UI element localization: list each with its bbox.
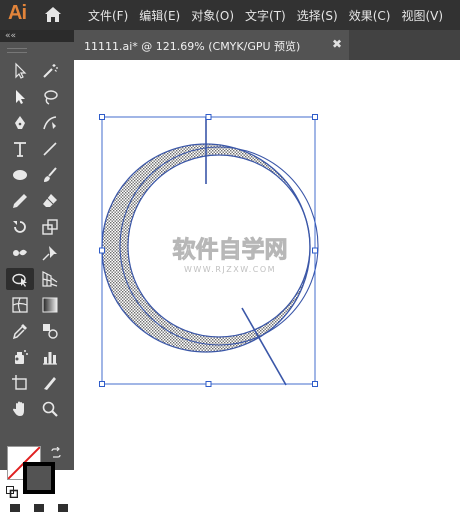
mesh-tool-icon[interactable] [8, 294, 32, 316]
handle-bottom-right[interactable] [312, 381, 318, 387]
menu-file[interactable]: 文件(F) [88, 7, 128, 24]
handle-middle-left[interactable] [99, 247, 105, 254]
menu-list: 文件(F) 编辑(E) 对象(O) 文字(T) 选择(S) 效果(C) 视图(V… [88, 0, 454, 30]
rotate-tool-icon[interactable] [8, 216, 32, 238]
crescent-halftone-fill[interactable] [74, 60, 460, 470]
swap-fill-stroke-icon[interactable] [50, 447, 62, 459]
lasso-tool-icon[interactable] [38, 86, 62, 108]
menu-select[interactable]: 选择(S) [297, 7, 338, 24]
menu-effect[interactable]: 效果(C) [349, 7, 391, 24]
toolbar-header: «« [0, 30, 74, 42]
handle-top-left[interactable] [99, 114, 105, 120]
scale-tool-icon[interactable] [38, 216, 62, 238]
tools-panel [0, 42, 74, 512]
panel-grip[interactable] [7, 48, 27, 53]
direct-selection-tool-icon[interactable] [8, 86, 32, 108]
drawing-mode-row [10, 504, 70, 512]
document-tab[interactable]: 11111.ai* @ 121.69% (CMYK/GPU 预览) ✖ [74, 30, 349, 60]
handle-top-center[interactable] [205, 114, 212, 120]
handle-middle-right[interactable] [312, 247, 318, 254]
color-mode-icon[interactable] [10, 504, 20, 512]
puppet-warp-tool-icon[interactable] [8, 242, 32, 264]
app-logo: Ai [8, 2, 27, 24]
document-tab-label: 11111.ai* @ 121.69% (CMYK/GPU 预览) [84, 40, 301, 53]
collapse-panel-icon[interactable]: «« [5, 30, 16, 42]
hand-tool-icon[interactable] [8, 398, 32, 420]
magic-wand-tool-icon[interactable] [38, 60, 62, 82]
symbol-sprayer-tool-icon[interactable] [8, 346, 32, 368]
pushpin-tool-icon[interactable] [38, 242, 62, 264]
paintbrush-tool-icon[interactable] [38, 164, 62, 186]
handle-bottom-center[interactable] [205, 381, 212, 387]
document-tab-bar: 11111.ai* @ 121.69% (CMYK/GPU 预览) ✖ [74, 30, 460, 60]
eyedropper-tool-icon[interactable] [8, 320, 32, 342]
eraser-tool-icon[interactable] [38, 190, 62, 212]
slice-tool-icon[interactable] [38, 372, 62, 394]
pen-tool-icon[interactable] [8, 112, 32, 134]
menu-bar: Ai 文件(F) 编辑(E) 对象(O) 文字(T) 选择(S) 效果(C) 视… [0, 0, 460, 30]
shape-builder-tool-icon[interactable] [6, 268, 34, 290]
artwork-layer[interactable] [74, 60, 460, 470]
menu-view[interactable]: 视图(V) [401, 7, 443, 24]
none-mode-icon[interactable] [58, 504, 68, 512]
ellipse-tool-icon[interactable] [8, 164, 32, 186]
curvature-tool-icon[interactable] [38, 112, 62, 134]
handle-top-right[interactable] [312, 114, 318, 120]
pencil-tool-icon[interactable] [8, 190, 32, 212]
default-colors-icon[interactable] [6, 486, 18, 498]
perspective-grid-tool-icon[interactable] [38, 268, 62, 290]
stroke-swatch[interactable] [23, 462, 55, 494]
zoom-tool-icon[interactable] [38, 398, 62, 420]
gradient-tool-icon[interactable] [38, 294, 62, 316]
menu-object[interactable]: 对象(O) [191, 7, 234, 24]
home-icon[interactable] [44, 6, 62, 23]
selection-tool-icon[interactable] [8, 60, 32, 82]
column-graph-tool-icon[interactable] [38, 346, 62, 368]
handle-bottom-left[interactable] [99, 381, 105, 387]
type-tool-icon[interactable] [8, 138, 32, 160]
menu-edit[interactable]: 编辑(E) [139, 7, 180, 24]
artboard-canvas[interactable]: 软件自学网 WWW.RJZXW.COM [74, 60, 460, 470]
close-icon[interactable]: ✖ [332, 37, 342, 51]
artboard-tool-icon[interactable] [8, 372, 32, 394]
menu-type[interactable]: 文字(T) [245, 7, 286, 24]
gradient-mode-icon[interactable] [34, 504, 44, 512]
line-segment-tool-icon[interactable] [38, 138, 62, 160]
blend-tool-icon[interactable] [38, 320, 62, 342]
